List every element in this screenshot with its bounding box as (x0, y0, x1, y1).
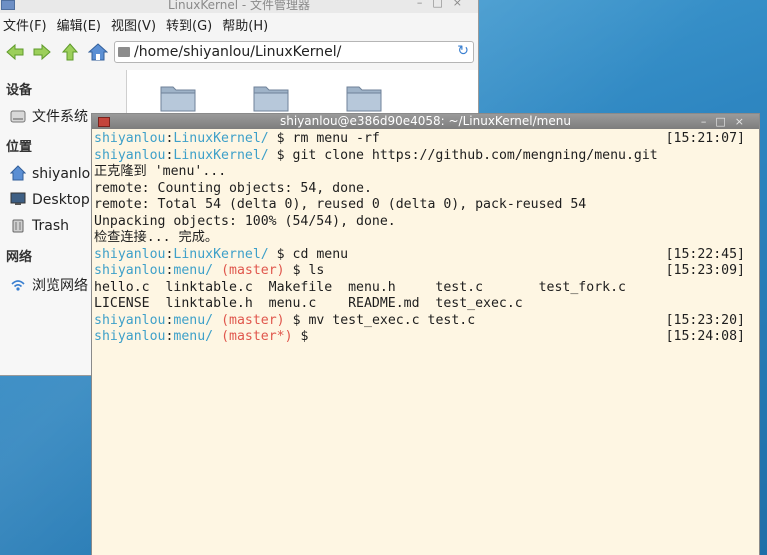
prompt-path: menu/ (173, 312, 214, 328)
timestamp: [15:21:07] (665, 131, 745, 146)
sidebar-item-home[interactable]: shiyanlou (10, 165, 99, 182)
git-branch: master (229, 263, 277, 278)
terminal-line: LICENSE linktable.h menu.c README.md tes… (94, 296, 754, 313)
sidebar-item-label: Desktop (32, 192, 90, 208)
window-controls[interactable]: –□× (417, 0, 472, 9)
terminal-titlebar[interactable]: shiyanlou@e386d90e4058: ~/LinuxKernel/me… (92, 114, 759, 129)
trash-icon (12, 219, 24, 233)
terminal-line: shiyanlou:menu/ (master) $ mv test_exec.… (94, 313, 754, 330)
reload-icon[interactable]: ↻ (457, 43, 469, 59)
menu-view[interactable]: 视图(V) (111, 15, 156, 34)
output-text: LICENSE linktable.h menu.c README.md tes… (94, 296, 523, 311)
home-folder-icon (10, 165, 26, 181)
menu-file[interactable]: 文件(F) (3, 15, 47, 34)
prompt-path: menu/ (173, 329, 214, 344)
folder-icon[interactable] (253, 82, 289, 112)
menubar: 文件(F) 编辑(E) 视图(V) 转到(G) 帮助(H) (0, 13, 478, 35)
prompt-path: LinuxKernel/ (173, 131, 269, 146)
paren-open: ( (221, 329, 230, 344)
timestamp: [15:23:09] (665, 263, 745, 278)
prompt-path: LinuxKernel/ (173, 246, 269, 262)
prompt-user: shiyanlou (94, 329, 166, 344)
terminal-line: shiyanlou:menu/ (master*) $ [15:24:08] (94, 329, 754, 346)
prompt-user: shiyanlou (94, 131, 166, 146)
sidebar-item-trash[interactable]: Trash (10, 217, 69, 234)
prompt-user: shiyanlou (94, 246, 166, 262)
up-arrow-icon[interactable] (60, 42, 80, 62)
command-text: $ cd menu (268, 246, 349, 262)
output-text: 检查连接... 完成。 (94, 230, 219, 245)
prompt-user: shiyanlou (94, 147, 166, 163)
paren-open: ( (221, 312, 230, 328)
sidebar-heading-places: 位置 (6, 140, 33, 155)
prompt-user: shiyanlou (94, 312, 166, 328)
prompt-path: menu/ (173, 263, 214, 278)
paren-close: ) (276, 263, 285, 278)
sidebar-heading-network: 网络 (6, 250, 33, 265)
terminal-line: shiyanlou:LinuxKernel/ $ git clone https… (94, 148, 754, 165)
folder-icon (118, 47, 130, 57)
sidebar-item-browse-network[interactable]: 浏览网络 (10, 275, 88, 295)
git-branch: master (229, 312, 277, 328)
sidebar-heading-devices: 设备 (6, 83, 33, 98)
terminal-line: 正克隆到 'menu'... (94, 164, 754, 181)
folder-icon[interactable] (160, 82, 196, 112)
sidebar-item-label: 文件系统 (32, 109, 88, 125)
terminal-window: shiyanlou@e386d90e4058: ~/LinuxKernel/me… (91, 113, 760, 555)
sidebar-item-filesystem[interactable]: 文件系统 (10, 106, 88, 126)
forward-arrow-icon[interactable] (32, 42, 52, 62)
file-manager-title: LinuxKernel - 文件管理器 (168, 0, 310, 12)
terminal-line: Unpacking objects: 100% (54/54), done. (94, 214, 754, 231)
sidebar-item-label: Trash (32, 218, 69, 234)
terminal-line: remote: Counting objects: 54, done. (94, 181, 754, 198)
home-icon[interactable] (88, 42, 108, 62)
menu-go[interactable]: 转到(G) (166, 15, 212, 34)
terminal-line: shiyanlou:LinuxKernel/ $ cd menu [15:22:4… (94, 247, 754, 264)
output-text: Unpacking objects: 100% (54/54), done. (94, 213, 396, 229)
timestamp: [15:24:08] (665, 329, 745, 344)
timestamp: [15:23:20] (665, 312, 745, 328)
command-text: $ rm menu -rf (268, 131, 380, 146)
terminal-line: 检查连接... 完成。 (94, 230, 754, 247)
toolbar: /home/shiyanlou/LinuxKernel/ ↻ (0, 36, 478, 68)
prompt-path: LinuxKernel/ (173, 147, 269, 163)
timestamp: [15:22:45] (665, 246, 745, 262)
drive-icon (10, 110, 26, 123)
back-arrow-icon[interactable] (5, 42, 25, 62)
command-text: $ mv test_exec.c test.c (284, 312, 476, 328)
network-icon (11, 280, 25, 291)
window-controls[interactable]: –□× (701, 114, 753, 129)
git-branch: master* (229, 329, 285, 344)
output-text: 正克隆到 'menu'... (94, 164, 227, 179)
sidebar-item-desktop[interactable]: Desktop (10, 191, 90, 208)
file-manager-titlebar[interactable]: LinuxKernel - 文件管理器 –□× (0, 0, 478, 13)
menu-edit[interactable]: 编辑(E) (57, 15, 101, 34)
menu-help[interactable]: 帮助(H) (222, 15, 268, 34)
terminal-line: shiyanlou:LinuxKernel/ $ rm menu -rf [15:… (94, 131, 754, 148)
sidebar-item-label: shiyanlou (32, 166, 100, 182)
output-text: remote: Total 54 (delta 0), reused 0 (de… (94, 197, 587, 212)
prompt-user: shiyanlou (94, 263, 166, 278)
terminal-title: shiyanlou@e386d90e4058: ~/LinuxKernel/me… (280, 114, 571, 128)
folder-icon[interactable] (346, 82, 382, 112)
paren-close: ) (276, 312, 285, 328)
output-text: remote: Counting objects: 54, done. (94, 180, 372, 196)
address-bar[interactable]: /home/shiyanlou/LinuxKernel/ ↻ (114, 41, 474, 63)
output-text: hello.c linktable.c Makefile menu.h test… (94, 279, 626, 295)
command-text: $ ls (284, 263, 325, 278)
terminal-line: remote: Total 54 (delta 0), reused 0 (de… (94, 197, 754, 214)
terminal-line: shiyanlou:menu/ (master) $ ls [15:23:09] (94, 263, 754, 280)
paren-close: ) (284, 329, 293, 344)
command-text: $ git clone https://github.com/mengning/… (268, 147, 658, 163)
terminal-output[interactable]: shiyanlou:LinuxKernel/ $ rm menu -rf [15:… (94, 131, 754, 346)
terminal-line: hello.c linktable.c Makefile menu.h test… (94, 280, 754, 297)
sidebar-item-label: 浏览网络 (32, 278, 88, 294)
paren-open: ( (221, 263, 230, 278)
command-text: $ (292, 329, 309, 344)
desktop-icon (10, 192, 26, 205)
address-path: /home/shiyanlou/LinuxKernel/ (134, 44, 342, 60)
